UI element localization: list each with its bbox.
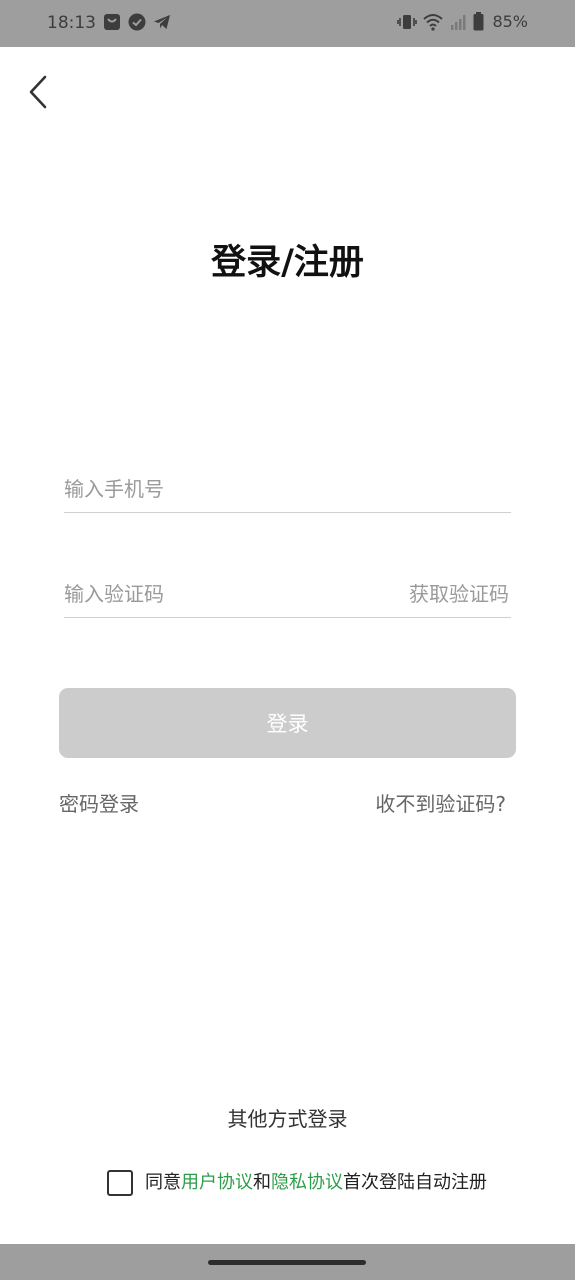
- privacy-agreement-link[interactable]: 隐私协议: [271, 1169, 343, 1197]
- chevron-left-icon: [28, 75, 48, 109]
- back-button[interactable]: [20, 72, 56, 112]
- agreement-and: 和: [253, 1172, 271, 1193]
- status-bar: 18:13 85%: [0, 0, 575, 47]
- telegram-icon: [153, 13, 171, 31]
- navigation-bar: [0, 1244, 575, 1280]
- agreement-prefix: 同意: [145, 1172, 181, 1193]
- signal-icon: [449, 13, 467, 31]
- battery-icon: [473, 12, 484, 31]
- notification-icons: [103, 13, 171, 31]
- system-status-icons: 85%: [397, 12, 528, 31]
- get-code-button[interactable]: 获取验证码: [409, 581, 509, 607]
- check-circle-icon: [128, 13, 146, 31]
- user-agreement-link[interactable]: 用户协议: [181, 1169, 253, 1197]
- phone-input[interactable]: [64, 468, 511, 510]
- status-time: 18:13: [47, 13, 96, 33]
- agreement-row: 同意 用户协议 和 隐私协议 首次登陆自动注册: [107, 1169, 487, 1197]
- no-code-help-link[interactable]: 收不到验证码?: [375, 790, 506, 818]
- wifi-icon: [423, 13, 444, 31]
- vibrate-icon: [397, 13, 418, 31]
- shopping-bag-icon: [103, 13, 121, 31]
- verification-code-input[interactable]: [64, 573, 384, 615]
- login-button[interactable]: 登录: [59, 688, 516, 758]
- agreement-suffix: 首次登陆自动注册: [343, 1172, 487, 1193]
- agreement-checkbox[interactable]: [107, 1170, 133, 1196]
- password-login-link[interactable]: 密码登录: [59, 790, 139, 818]
- other-login-methods[interactable]: 其他方式登录: [0, 1105, 575, 1133]
- phone-field: [64, 468, 511, 513]
- home-indicator[interactable]: [208, 1260, 366, 1265]
- verification-code-field: 获取验证码: [64, 573, 511, 618]
- page-title: 登录/注册: [211, 243, 364, 283]
- battery-percentage: 85%: [492, 12, 528, 31]
